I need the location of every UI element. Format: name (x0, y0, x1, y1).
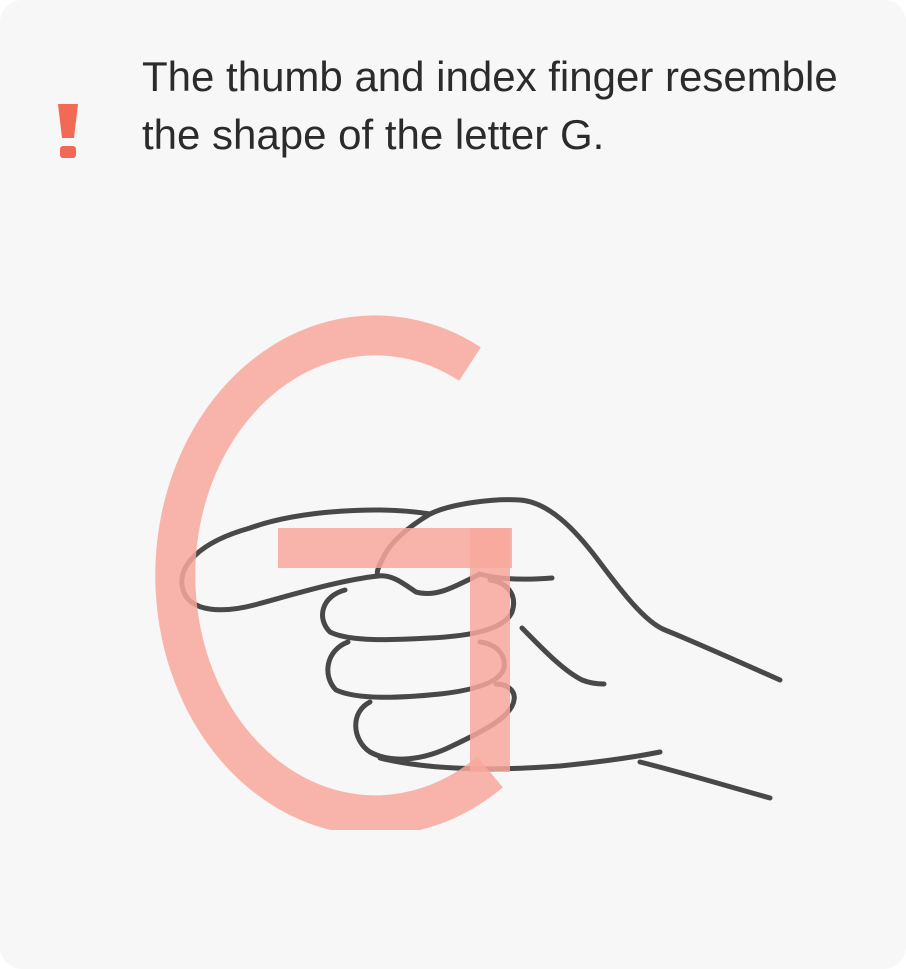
wrist-line (637, 759, 773, 801)
exclamation-bar (58, 104, 78, 138)
hint-card: The thumb and index finger resemble the … (0, 0, 906, 969)
hand-g-illustration (155, 315, 783, 830)
exclamation-icon (58, 104, 78, 158)
exclamation-dot (60, 146, 76, 158)
g-arc (155, 315, 503, 830)
palm-crease (519, 625, 607, 687)
tip-text: The thumb and index finger resemble the … (142, 53, 838, 158)
